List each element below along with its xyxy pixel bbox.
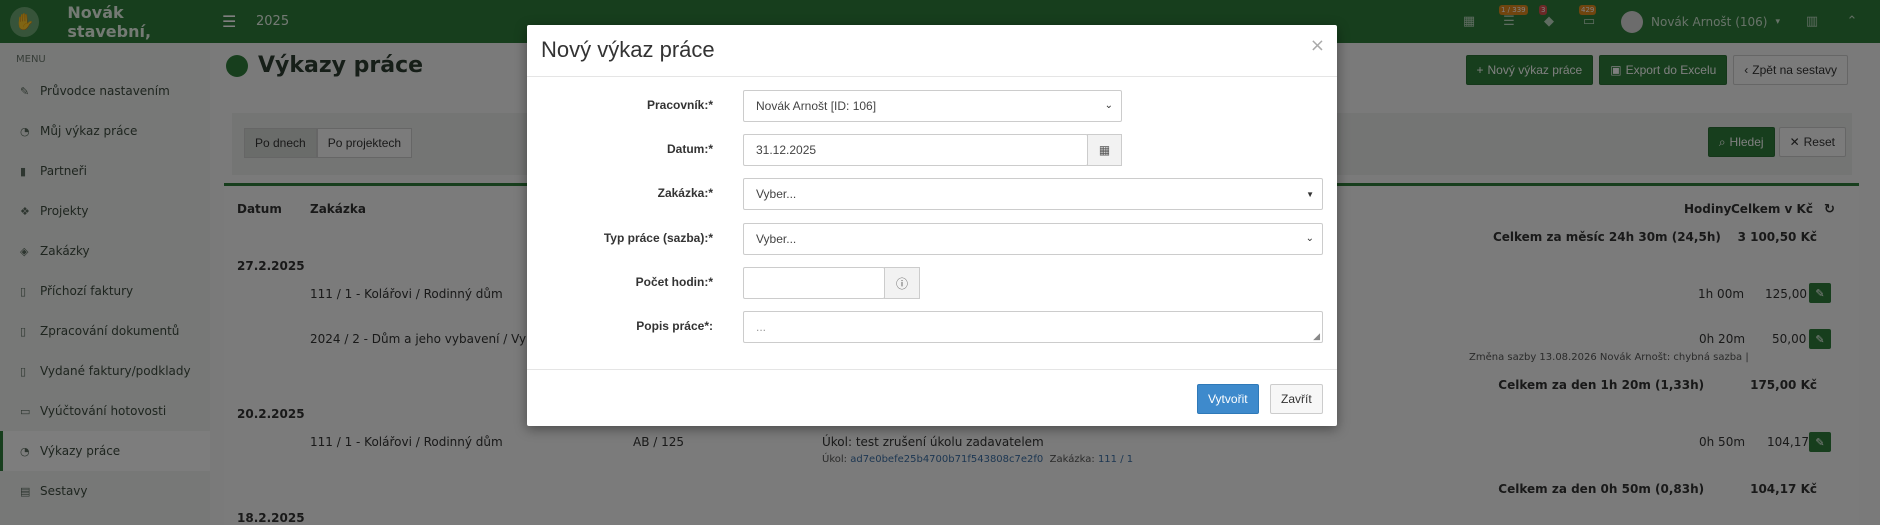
worker-row: Pracovník:* Novák Arnošt [ID: 106] ⌄: [527, 90, 1337, 122]
date-value: 31.12.2025: [756, 143, 817, 157]
date-input[interactable]: 31.12.2025: [743, 134, 1088, 166]
date-row: Datum:* 31.12.2025 ▦: [527, 134, 1337, 166]
chevron-down-icon: ⌄: [1104, 100, 1113, 111]
description-row: Popis práce*: ... ◢: [527, 311, 1337, 343]
worker-select[interactable]: Novák Arnošt [ID: 106] ⌄: [743, 90, 1122, 122]
modal-title: Nový výkaz práce: [541, 37, 715, 62]
description-textarea[interactable]: ... ◢: [743, 311, 1323, 343]
worktype-label: Typ práce (sazba):*: [603, 231, 713, 245]
hours-row: Počet hodin:* ⓘ: [527, 267, 1337, 299]
order-select[interactable]: Vyber... ▼: [743, 178, 1323, 210]
order-value: Vyber...: [756, 187, 797, 201]
modal-footer: Vytvořit Zavřít: [527, 369, 1337, 426]
worker-value: Novák Arnošt [ID: 106]: [756, 99, 877, 113]
description-label: Popis práce*:: [636, 319, 713, 333]
info-icon[interactable]: ⓘ: [884, 267, 920, 299]
hours-label: Počet hodin:*: [635, 275, 713, 289]
date-label: Datum:*: [666, 142, 713, 156]
caret-down-icon: ▼: [1306, 190, 1314, 199]
resize-handle-icon[interactable]: ◢: [1313, 331, 1320, 342]
chevron-down-icon: ⌄: [1305, 233, 1314, 244]
order-row: Zakázka:* Vyber... ▼: [527, 178, 1337, 210]
create-button[interactable]: Vytvořit: [1197, 384, 1259, 414]
hours-input[interactable]: [743, 267, 885, 299]
worktype-row: Typ práce (sazba):* Vyber... ⌄: [527, 223, 1337, 255]
description-placeholder: ...: [756, 320, 767, 334]
order-label: Zakázka:*: [657, 186, 713, 200]
worker-label: Pracovník:*: [646, 98, 713, 112]
worktype-select[interactable]: Vyber... ⌄: [743, 223, 1323, 255]
worktype-value: Vyber...: [756, 232, 797, 246]
close-button[interactable]: Zavřít: [1270, 384, 1323, 414]
close-icon[interactable]: ×: [1310, 35, 1325, 56]
calendar-icon[interactable]: ▦: [1087, 134, 1122, 166]
new-timesheet-modal: Nový výkaz práce × Pracovník:* Novák Arn…: [527, 25, 1337, 426]
